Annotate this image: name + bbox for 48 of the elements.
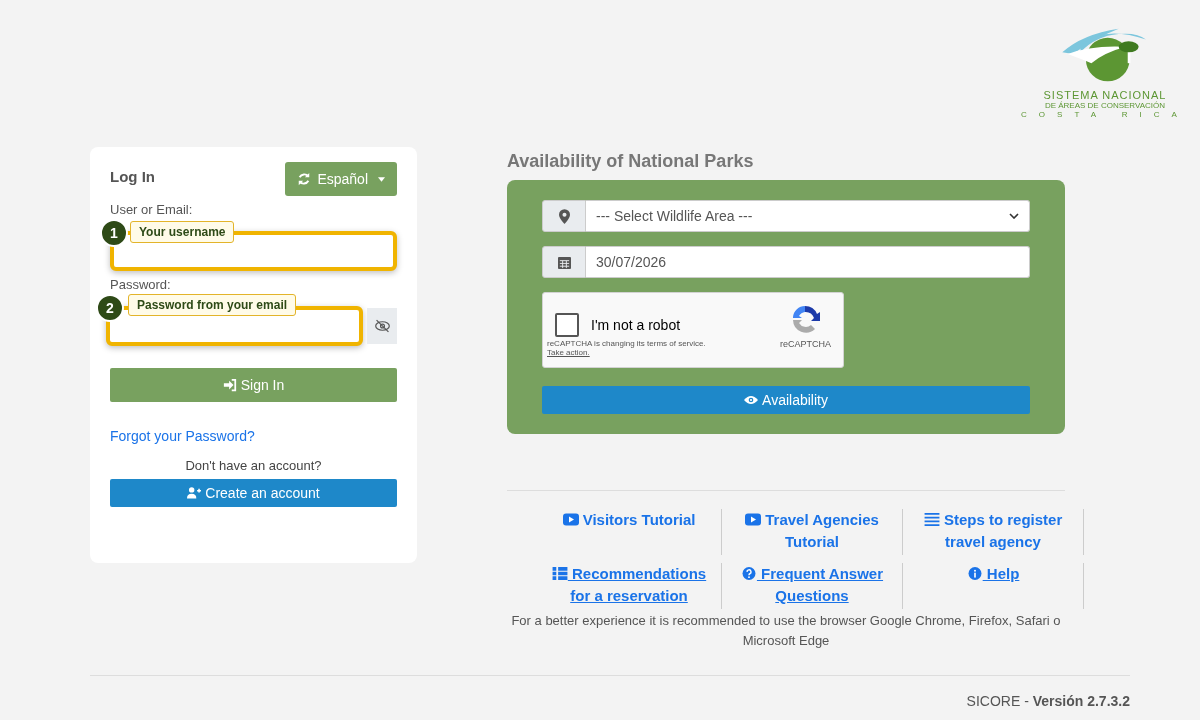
create-account-button[interactable]: Create an account — [110, 479, 397, 507]
field-label: User or Email: — [110, 202, 193, 217]
step-tooltip: 2 — [96, 294, 124, 322]
toggle-visibility-button[interactable] — [367, 308, 397, 344]
availability-button[interactable]: Availability — [542, 386, 1030, 414]
captcha-label: I'm not a robot — [591, 317, 681, 333]
user-plus-icon — [187, 486, 202, 500]
list-icon — [551, 567, 568, 580]
help-link[interactable]: Frequent Answer Questions — [730, 563, 894, 609]
logo-text: SISTEMA NACIONAL — [1043, 90, 1167, 101]
step-tooltip: 1 — [100, 219, 128, 247]
wildlife-area-select[interactable]: --- Select Wildlife Area --- — [586, 200, 1030, 232]
question-icon — [740, 567, 757, 580]
help-link[interactable]: Steps to register travel agency — [911, 509, 1075, 555]
info-icon — [966, 567, 983, 580]
help-link[interactable]: Help — [966, 563, 1020, 609]
field-label: Password: — [110, 277, 171, 292]
list-icon — [923, 513, 940, 526]
date-field[interactable]: 30/07/2026 — [586, 246, 1030, 278]
sign-in-icon — [222, 378, 237, 392]
help-link[interactable]: Visitors Tutorial — [562, 509, 696, 555]
captcha-notice: reCAPTCHA is changing its terms of service. — [547, 339, 706, 348]
hint-tooltip: Password from your email — [128, 294, 297, 316]
help-link[interactable]: Travel Agencies Tutorial — [730, 509, 894, 555]
version-text: SICORE - Versión 2.7.3.2 — [966, 693, 1130, 709]
eye-icon — [744, 393, 759, 407]
hint-tooltip: Your username — [130, 221, 235, 243]
caret-icon — [378, 176, 385, 182]
section-title: Availability of National Parks — [507, 151, 755, 172]
language-button[interactable]: Español — [285, 162, 397, 196]
logo-text: DE ÁREAS DE CONSERVACIÓN — [1044, 101, 1166, 110]
recaptcha-brand: reCAPTCHA — [780, 339, 831, 349]
location-pin-icon — [558, 208, 570, 224]
logo-text: COSTA RICA — [1021, 110, 1189, 119]
forgot-password-link[interactable]: Forgot your Password? — [110, 428, 255, 444]
browser-note: For a better experience it is recommended to use the browser Google Chrome, Firefox, Safari o Microsoft Edge — [510, 612, 1062, 650]
no-account-text: Don't have an account? — [184, 458, 323, 473]
video-icon — [745, 513, 762, 526]
take-action-link[interactable]: Take action. — [547, 348, 590, 357]
eye-slash-icon — [373, 319, 391, 333]
captcha-checkbox[interactable] — [555, 313, 579, 337]
login-title: Log In — [110, 168, 155, 185]
refresh-icon — [297, 172, 312, 186]
calendar-icon — [557, 255, 571, 269]
video-icon — [562, 513, 579, 526]
chevron-down-icon — [1009, 213, 1019, 219]
help-link[interactable]: Recommendations for a reservation — [545, 563, 713, 609]
sign-in-button[interactable]: Sign In — [110, 368, 397, 402]
